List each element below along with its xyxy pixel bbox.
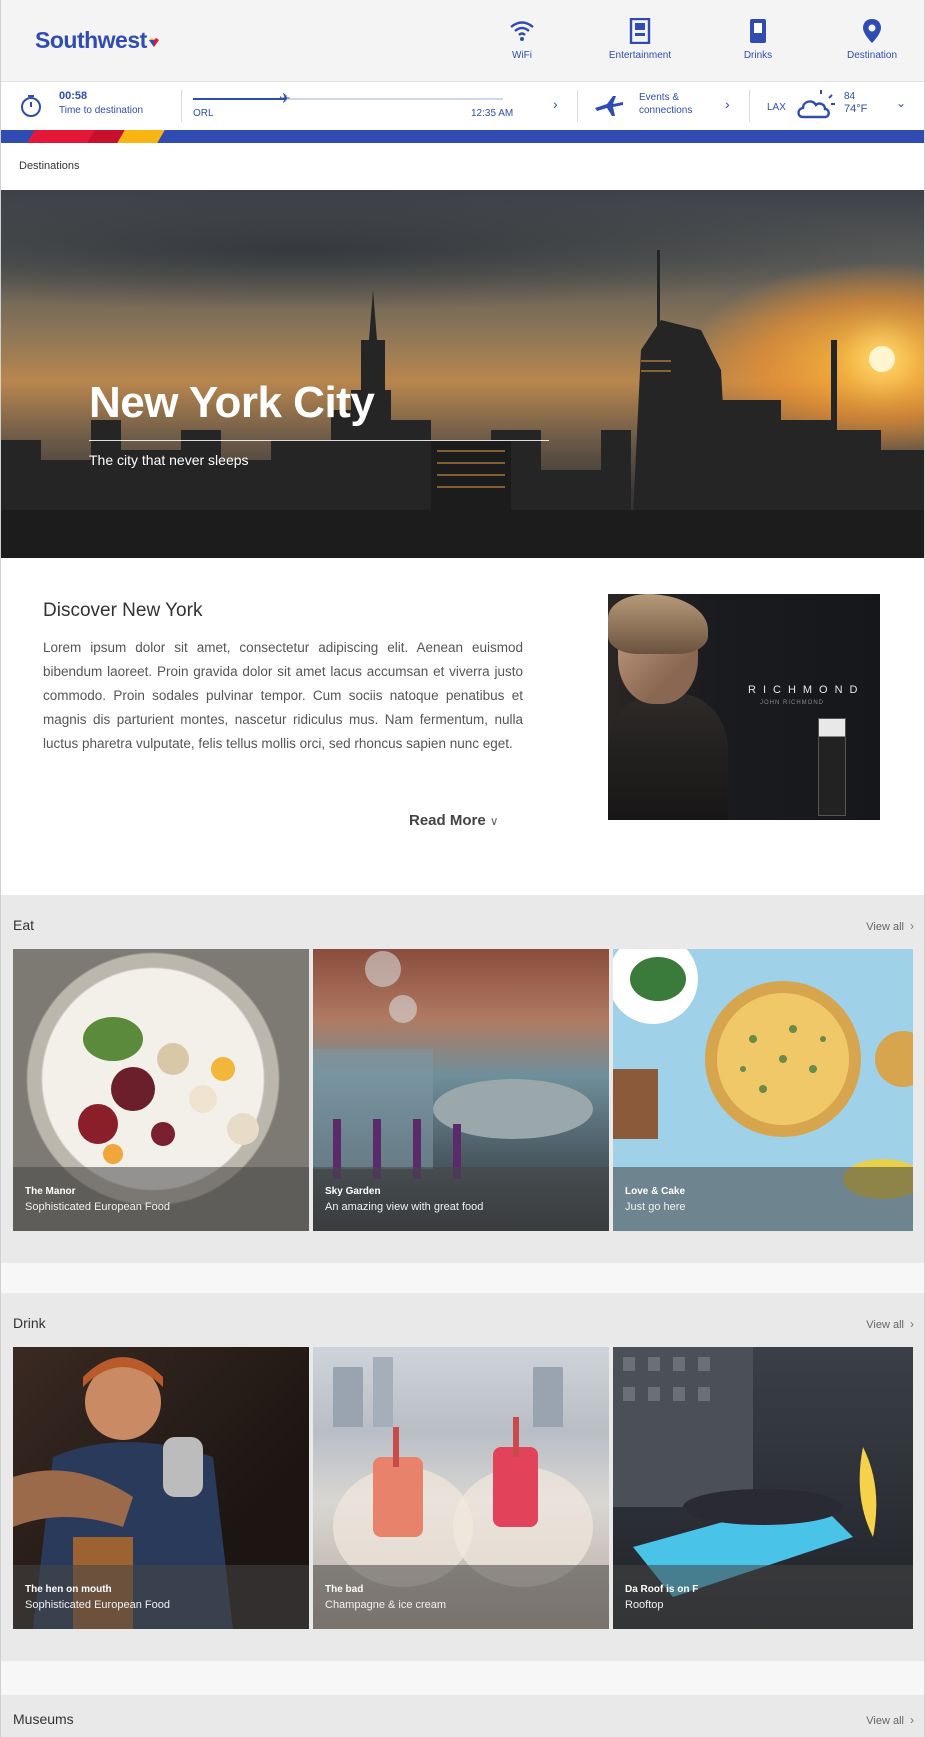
section-gap [1,1661,924,1695]
card-name: Love & Cake [625,1186,686,1197]
ad-model-body [608,694,728,820]
eat-view-all-label: View all [866,921,904,933]
heart-logo-icon [148,38,159,47]
card-name: Sky Garden [325,1186,381,1197]
wifi-icon [510,21,534,41]
drink-view-all[interactable]: View all › [866,1317,914,1331]
section-museums: Museums View all › [1,1695,924,1737]
chevron-right-icon: › [910,1713,914,1727]
brand-stripe [1,130,924,143]
connections-line2: connections [639,105,693,116]
hero-subtitle: The city that never sleeps [89,452,249,468]
flight-status-bar: 00:58 Time to destination ✈ ORL 12:35 AM… [1,82,924,130]
entertainment-icon [629,18,651,44]
weather-temperature: 74°F [844,103,868,115]
card-caption-bg [13,1565,309,1629]
museums-view-all[interactable]: View all › [866,1713,914,1727]
advertisement[interactable]: RICHMOND JOHN RICHMOND [608,594,880,820]
time-remaining: 00:58 [59,90,88,102]
drink-view-all-label: View all [866,1319,904,1331]
card-name: The Manor [25,1186,76,1197]
ad-brand-small: JOHN RICHMOND [760,700,824,706]
card-description: Champagne & ice cream [325,1599,447,1611]
weather-high: 84 [844,91,856,102]
eat-card-1[interactable]: The Manor Sophisticated European Food [13,949,309,1231]
drinks-icon [750,19,766,43]
section-gap [1,1263,924,1293]
flight-progress-fill [193,98,286,100]
drink-card-2[interactable]: The bad Champagne & ice cream [313,1347,609,1629]
museums-view-all-label: View all [866,1715,904,1727]
connections-chevron-icon[interactable]: › [725,96,730,112]
hero-title: New York City [89,378,375,427]
city-skyline-image [1,250,924,558]
card-caption-bg [13,1167,309,1231]
connections-link[interactable]: Events & connections [639,91,692,117]
card-caption-bg [313,1565,609,1629]
hero-divider [89,440,549,441]
drink-card-1[interactable]: The hen on mouth Sophisticated European … [13,1347,309,1629]
connections-plane-icon [595,96,623,116]
card-caption-bg [313,1167,609,1231]
card-description: Just go here [625,1201,686,1213]
top-navigation: Southwest WiFi Entertainment Drinks Dest… [1,0,924,82]
ad-brand: RICHMOND [748,684,865,696]
read-more-button[interactable]: Read More ∨ [409,812,498,829]
partly-cloudy-icon [797,90,835,119]
plane-icon: ✈ [279,90,291,106]
nav-destination-label: Destination [846,50,898,61]
museums-title: Museums [13,1711,74,1727]
nav-wifi-label: WiFi [512,50,532,61]
ad-model-hair [608,594,708,654]
stripe-yellow [117,130,165,143]
location-pin-icon [863,19,881,43]
card-caption-bg [613,1167,913,1231]
eat-title: Eat [13,917,35,933]
chevron-right-icon: › [910,919,914,933]
discover-body: Lorem ipsum dolor sit amet, consectetur … [43,640,523,751]
discover-title: Discover New York [43,600,203,621]
flight-details-chevron-icon[interactable]: › [553,96,558,112]
southwest-logo[interactable]: Southwest [35,27,159,54]
drink-card-3[interactable]: Da Roof is on F Rooftop [613,1347,913,1629]
connections-line1: Events & [639,92,680,103]
eat-card-2[interactable]: Sky Garden An amazing view with great fo… [313,949,609,1231]
nav-wifi[interactable]: WiFi [477,16,567,61]
logo-text: Southwest [35,27,147,53]
ad-perfume-bottle [818,718,846,816]
expand-chevron-down-icon[interactable]: ⌄ [896,96,906,110]
card-name: The bad [325,1584,364,1595]
stopwatch-icon [21,95,41,117]
read-more-label: Read More [409,812,486,829]
arrival-time: 12:35 AM [471,108,514,119]
card-description: Sophisticated European Food [25,1201,170,1213]
card-name: Da Roof is on F [625,1584,699,1595]
destination-code: LAX [767,102,786,113]
section-eat: Eat View all › The Manor Sophisticated Eu… [1,895,924,1263]
card-description: An amazing view with great food [325,1201,484,1213]
time-remaining-label: Time to destination [59,105,144,116]
nav-drinks[interactable]: Drinks [713,16,803,61]
eat-view-all[interactable]: View all › [866,919,914,933]
breadcrumb[interactable]: Destinations [19,160,80,172]
card-description: Sophisticated European Food [25,1599,170,1611]
card-caption-bg [613,1565,913,1629]
stripe-red [27,130,95,143]
origin-code: ORL [193,108,214,119]
chevron-right-icon: › [910,1317,914,1331]
section-drink: Drink View all › The hen on mouth Sophist… [1,1293,924,1661]
nav-entertainment[interactable]: Entertainment [595,16,685,61]
eat-card-3[interactable]: Love & Cake Just go here [613,949,913,1231]
chevron-down-icon: ∨ [489,814,499,828]
card-name: The hen on mouth [25,1584,112,1595]
hero-banner: New York City The city that never sleeps [1,190,924,558]
drink-title: Drink [13,1315,46,1331]
nav-drinks-label: Drinks [743,50,773,61]
flight-progress-track: ✈ [193,91,503,105]
nav-entertainment-label: Entertainment [608,50,672,61]
card-description: Rooftop [625,1599,664,1611]
page: Southwest WiFi Entertainment Drinks Dest… [0,0,925,1737]
nav-destination[interactable]: Destination [827,16,917,61]
